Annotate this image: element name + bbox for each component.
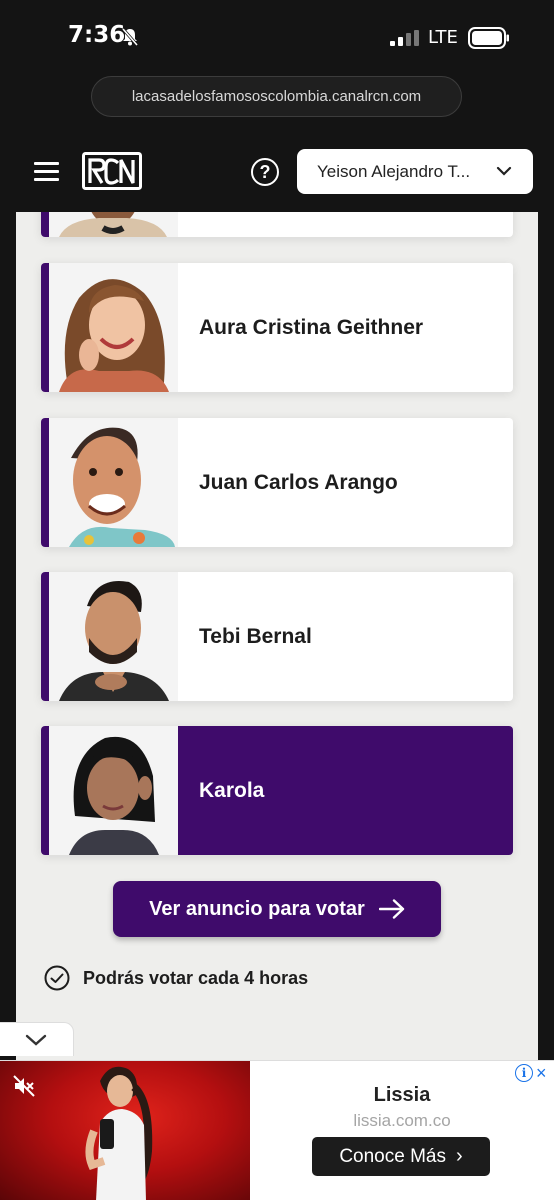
ad-image[interactable] <box>0 1061 250 1200</box>
contestant-name: Juan Carlos Arango <box>199 470 398 494</box>
contestant-photo <box>49 263 178 392</box>
card-accent <box>41 212 49 237</box>
contestant-photo <box>49 418 178 547</box>
ad-title[interactable]: Lissia <box>250 1084 554 1107</box>
ad-info-icon[interactable]: i <box>515 1064 533 1082</box>
help-icon[interactable]: ? <box>251 158 279 186</box>
vote-button-label: Ver anuncio para votar <box>149 897 365 920</box>
contestant-card-juan-carlos[interactable]: Juan Carlos Arango <box>41 418 513 547</box>
watch-ad-to-vote-button[interactable]: Ver anuncio para votar <box>113 881 441 937</box>
chevron-down-icon <box>25 1034 47 1046</box>
contestant-name: Aura Cristina Geithner <box>199 315 424 339</box>
ad-close-icon[interactable]: × <box>536 1063 547 1084</box>
chevron-right-icon: › <box>456 1145 463 1167</box>
ad-cta-button[interactable]: Conoce Más › <box>312 1137 490 1176</box>
clock: 7:36 <box>68 22 126 48</box>
network-type: LTE <box>428 27 458 48</box>
ad-url[interactable]: lissia.com.co <box>250 1111 554 1131</box>
address-bar[interactable]: lacasadelosfamososcolombia.canalrcn.com <box>91 76 462 117</box>
contestant-select-value: Yeison Alejandro T... <box>317 161 471 181</box>
contestant-card-tebi[interactable]: Tebi Bernal <box>41 572 513 701</box>
site-header: ? Yeison Alejandro T... <box>0 130 554 212</box>
mute-icon[interactable] <box>13 1075 35 1097</box>
status-bar: 7:36 LTE <box>0 0 554 76</box>
ad-banner[interactable]: i × Lissia lissia.com.co Conoce Más › <box>0 1060 554 1200</box>
contestant-card-karola[interactable]: Karola <box>41 726 513 855</box>
vote-panel: Aura Cristina Geithner Juan Carlos Arang… <box>16 212 538 1062</box>
contestant-photo <box>49 572 178 701</box>
silent-bell-icon <box>121 28 139 46</box>
card-accent <box>41 726 49 855</box>
contestant-card-aura[interactable]: Aura Cristina Geithner <box>41 263 513 392</box>
contestant-photo <box>49 212 178 237</box>
vote-frequency-notice: Podrás votar cada 4 horas <box>44 965 308 991</box>
contestant-card-yeison[interactable] <box>41 212 513 237</box>
chevron-down-icon <box>496 166 512 176</box>
rcn-logo[interactable] <box>82 152 142 190</box>
card-accent <box>41 418 49 547</box>
collapse-ad-tab[interactable] <box>0 1022 74 1056</box>
contestant-select[interactable]: Yeison Alejandro T... <box>297 149 533 194</box>
cell-signal-icon <box>390 30 419 46</box>
ad-model-photo <box>85 1066 153 1200</box>
contestant-name: Karola <box>199 778 265 802</box>
menu-icon[interactable] <box>34 162 59 181</box>
contestant-photo <box>49 726 178 855</box>
card-accent <box>41 572 49 701</box>
ad-cta-label: Conoce Más <box>339 1145 446 1167</box>
arrow-right-icon <box>378 899 405 919</box>
contestant-name: Tebi Bernal <box>199 624 312 648</box>
notice-text: Podrás votar cada 4 horas <box>83 967 309 988</box>
card-accent <box>41 263 49 392</box>
battery-icon <box>468 27 509 49</box>
check-circle-icon <box>44 965 70 991</box>
